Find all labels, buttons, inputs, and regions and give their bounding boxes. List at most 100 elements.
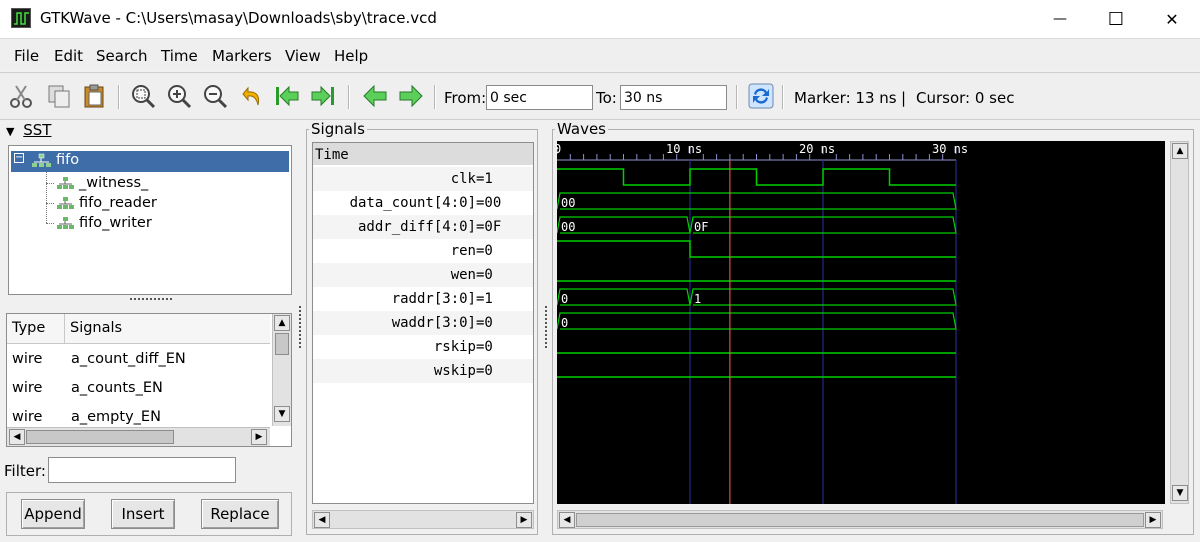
hierarchy-icon [56, 217, 76, 235]
scroll-left-icon[interactable]: ◀ [314, 512, 330, 528]
waves-title: Waves [555, 120, 608, 138]
menu-time[interactable]: Time [161, 47, 198, 65]
zoom-end-icon[interactable] [308, 81, 338, 111]
tree-item-fifo-writer[interactable]: fifo_writer [46, 214, 306, 234]
horizontal-scrollbar[interactable]: ◀ ▶ [557, 510, 1163, 529]
page-right-icon[interactable] [396, 81, 426, 111]
wave-background [557, 141, 1165, 504]
scroll-right-icon[interactable]: ▶ [516, 512, 532, 528]
scroll-right-icon[interactable]: ▶ [251, 429, 267, 445]
zoom-fit-icon[interactable] [128, 81, 158, 111]
toolbar-separator [348, 85, 350, 109]
list-item[interactable]: wire a_count_diff_EN [7, 346, 270, 374]
column-header-type[interactable]: Type [7, 314, 65, 344]
pane-splitter-handle[interactable] [130, 298, 172, 304]
scrollbar-thumb[interactable] [275, 333, 289, 355]
signals-time-header: Time [313, 143, 533, 165]
action-button-group: Append Insert Replace [6, 492, 292, 536]
to-input[interactable] [620, 85, 727, 110]
copy-icon[interactable] [44, 81, 74, 111]
signal-name: a_empty_EN [71, 409, 161, 425]
tree-connector [46, 223, 54, 224]
collapse-toggle-icon[interactable]: − [14, 153, 24, 163]
zoom-in-icon[interactable] [164, 81, 194, 111]
scroll-left-icon[interactable]: ◀ [559, 512, 575, 528]
menu-edit[interactable]: Edit [54, 47, 83, 65]
pane-splitter-handle[interactable] [299, 306, 303, 348]
waveform-canvas[interactable]: 0 10 ns 20 ns 30 ns 00 00 0F 0 1 0 [557, 141, 1165, 504]
signal-name: raddr[3:0] [391, 291, 476, 307]
tree-item-fifo[interactable]: − fifo [11, 151, 289, 172]
menu-search[interactable]: Search [96, 47, 148, 65]
column-header-signals[interactable]: Signals [65, 314, 270, 344]
vertical-scrollbar[interactable]: ▲ ▼ [1170, 141, 1189, 504]
signal-row[interactable]: rskip =0 [313, 335, 533, 359]
signal-type: wire [12, 351, 43, 367]
signal-value: =1 [476, 171, 493, 187]
gtkwave-app-icon [11, 8, 31, 28]
scrollbar-thumb[interactable] [26, 430, 174, 444]
maximize-button[interactable]: ☐ [1088, 0, 1144, 38]
scroll-left-icon[interactable]: ◀ [9, 429, 25, 445]
menu-view[interactable]: View [285, 47, 321, 65]
from-input[interactable] [486, 85, 593, 110]
tree-item-witness[interactable]: _witness_ [46, 174, 306, 194]
horizontal-scrollbar[interactable]: ◀ ▶ [312, 510, 534, 529]
signal-name: wen [450, 267, 476, 283]
window-title: GTKWave - C:\Users\masay\Downloads\sby\t… [40, 9, 437, 27]
tree-item-fifo-reader[interactable]: fifo_reader [46, 194, 306, 214]
scroll-up-icon[interactable]: ▲ [1172, 143, 1188, 159]
signal-value: =0 [476, 363, 493, 379]
ruler-label: 0 [557, 142, 561, 156]
column-header-label: Type [12, 320, 46, 336]
close-icon: ✕ [1165, 9, 1179, 29]
signal-row[interactable]: wen =0 [313, 263, 533, 287]
tree-label: fifo_reader [79, 195, 157, 211]
scroll-right-icon[interactable]: ▶ [1145, 512, 1161, 528]
signal-value: =0 [476, 315, 493, 331]
signal-row[interactable]: raddr[3:0] =1 [313, 287, 533, 311]
horizontal-scrollbar[interactable]: ◀ ▶ [7, 427, 270, 446]
vertical-scrollbar[interactable]: ▲ ▼ [272, 314, 291, 426]
insert-button[interactable]: Insert [111, 499, 175, 529]
filter-input[interactable] [48, 457, 236, 483]
signal-name: ren [450, 243, 476, 259]
signal-name: waddr[3:0] [391, 315, 476, 331]
signal-name: wskip [433, 363, 476, 379]
signal-row[interactable]: addr_diff[4:0] =0F [313, 215, 533, 239]
replace-button[interactable]: Replace [201, 499, 279, 529]
signal-row[interactable]: ren =0 [313, 239, 533, 263]
scroll-down-icon[interactable]: ▼ [1172, 485, 1188, 501]
list-item[interactable]: wire a_counts_EN [7, 375, 270, 403]
signal-row[interactable]: wskip =0 [313, 359, 533, 383]
list-item[interactable]: wire a_empty_EN [7, 404, 270, 426]
signal-value: =0 [476, 243, 493, 259]
close-button[interactable]: ✕ [1144, 0, 1200, 38]
cut-icon[interactable] [6, 81, 36, 111]
undo-icon[interactable] [238, 81, 268, 111]
signal-row[interactable]: clk =1 [313, 167, 533, 191]
signal-row[interactable]: data_count[4:0] =00 [313, 191, 533, 215]
scroll-down-icon[interactable]: ▼ [274, 406, 290, 422]
scroll-up-icon[interactable]: ▲ [274, 315, 290, 331]
sst-expander[interactable]: ▼ SST [6, 121, 51, 139]
paste-icon[interactable] [80, 81, 110, 111]
pane-splitter-handle[interactable] [545, 306, 549, 348]
menu-help[interactable]: Help [334, 47, 368, 65]
signal-row[interactable]: waddr[3:0] =0 [313, 311, 533, 335]
scrollbar-thumb[interactable] [576, 513, 1144, 527]
reload-icon[interactable] [746, 81, 776, 111]
menu-markers[interactable]: Markers [212, 47, 272, 65]
page-left-icon[interactable] [360, 81, 390, 111]
signal-name: clk [450, 171, 476, 187]
signal-value: =0F [476, 219, 502, 235]
zoom-out-icon[interactable] [200, 81, 230, 111]
toolbar: From: To: Marker: 13 ns | Cursor: 0 sec [0, 72, 1200, 120]
menu-file[interactable]: File [14, 47, 39, 65]
bus-value-label: 0 [561, 316, 568, 330]
append-button[interactable]: Append [21, 499, 85, 529]
signal-value: =0 [476, 339, 493, 355]
zoom-start-icon[interactable] [272, 81, 302, 111]
minimize-button[interactable]: — [1032, 0, 1088, 38]
toolbar-separator [736, 85, 738, 109]
